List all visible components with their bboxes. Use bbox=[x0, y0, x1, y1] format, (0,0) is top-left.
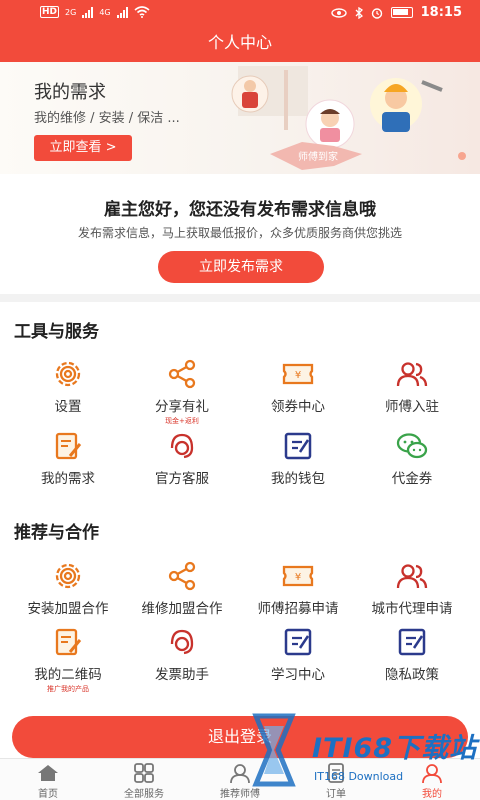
tools-section-title: 工具与服务 bbox=[14, 322, 99, 342]
empty-heading: 雇主您好，您还没有发布需求信息哦 bbox=[104, 200, 376, 220]
wallet-icon bbox=[398, 628, 426, 656]
logout-button[interactable]: 退出登录 bbox=[12, 716, 468, 758]
repair-franchise-label: 维修加盟合作 bbox=[141, 601, 223, 617]
order-icon bbox=[328, 763, 344, 783]
tab-home[interactable]: 首页 bbox=[0, 759, 96, 800]
my-wallet-label: 我的钱包 bbox=[271, 471, 325, 487]
edit-icon bbox=[55, 628, 82, 656]
settings-label: 设置 bbox=[54, 399, 82, 415]
empty-description: 发布需求信息，马上获取最低报价，众多优质服务商供您挑选 bbox=[77, 226, 402, 240]
voucher-item[interactable]: 代金券 bbox=[352, 430, 472, 487]
svg-text:¥: ¥ bbox=[295, 370, 301, 381]
banner-subtitle: 我的维修 / 安装 / 保洁 ... bbox=[34, 111, 180, 126]
my-wallet-item[interactable]: 我的钱包 bbox=[238, 430, 358, 487]
logout-label: 退出登录 bbox=[207, 727, 272, 746]
banner-title: 我的需求 bbox=[34, 82, 106, 103]
hd-label: HD bbox=[40, 6, 60, 18]
tab-recommended-masters[interactable]: 推荐师傅 bbox=[192, 759, 288, 800]
battery-icon bbox=[390, 7, 413, 18]
svg-text:¥: ¥ bbox=[295, 572, 301, 583]
my-demand-item[interactable]: 我的需求 bbox=[8, 430, 128, 487]
headset-icon bbox=[170, 433, 194, 459]
tab-home-label: 首页 bbox=[38, 789, 58, 800]
master-recruit-item[interactable]: ¥ 师傅招募申请 bbox=[238, 560, 358, 617]
coupon-center-item[interactable]: ¥ 领券中心 bbox=[238, 358, 358, 415]
signal-icon-2 bbox=[116, 6, 128, 18]
tab-mine-label: 我的 bbox=[422, 789, 442, 800]
page-title: 个人中心 bbox=[207, 33, 272, 52]
tab-recommended-masters-label: 推荐师傅 bbox=[220, 789, 260, 800]
users-icon bbox=[396, 362, 428, 387]
signal-2g-label: 2G bbox=[65, 7, 77, 17]
official-service-label: 官方客服 bbox=[155, 471, 209, 487]
wifi-icon bbox=[134, 6, 150, 18]
publish-demand-button[interactable]: 立即发布需求 bbox=[158, 251, 324, 283]
tab-orders[interactable]: 订单 bbox=[288, 759, 384, 800]
grid-icon bbox=[134, 763, 154, 783]
settings-item[interactable]: 设置 bbox=[8, 358, 128, 415]
wallet-icon bbox=[284, 432, 312, 460]
eye-icon bbox=[330, 7, 347, 18]
worker-icon bbox=[230, 764, 250, 783]
install-franchise-item[interactable]: 安装加盟合作 bbox=[8, 560, 128, 617]
privacy-policy-item[interactable]: 隐私政策 bbox=[352, 626, 472, 683]
coupon-icon: ¥ bbox=[282, 565, 314, 587]
tab-all-services-label: 全部服务 bbox=[124, 789, 164, 800]
status-bar: HD 2G 4G 18:15 bbox=[0, 0, 480, 26]
signal-4g-label: 4G bbox=[99, 7, 111, 17]
voucher-label: 代金券 bbox=[391, 471, 433, 487]
my-demand-banner[interactable]: 我的需求 我的维修 / 安装 / 保洁 ... 立即查看 > 师傅到家 bbox=[0, 62, 480, 174]
edit-icon bbox=[55, 432, 82, 460]
wallet-icon bbox=[284, 628, 312, 656]
share-gift-label: 分享有礼 bbox=[155, 399, 209, 415]
official-service-item[interactable]: 官方客服 bbox=[122, 430, 242, 487]
master-join-label: 师傅入驻 bbox=[385, 399, 439, 415]
empty-demand-section: 雇主您好，您还没有发布需求信息哦 发布需求信息，马上获取最低报价，众多优质服务商… bbox=[0, 174, 480, 294]
city-agent-label: 城市代理申请 bbox=[371, 601, 453, 617]
coupon-center-label: 领券中心 bbox=[271, 399, 325, 415]
bluetooth-icon bbox=[355, 6, 363, 19]
share-icon bbox=[168, 561, 196, 591]
bottom-tab-bar: 首页 全部服务 推荐师傅 订单 我的 bbox=[0, 758, 480, 800]
headset-icon bbox=[170, 629, 194, 655]
my-qrcode-label: 我的二维码 bbox=[34, 667, 102, 683]
clock: 18:15 bbox=[420, 5, 462, 20]
master-recruit-label: 师傅招募申请 bbox=[257, 601, 339, 617]
learning-center-item[interactable]: 学习中心 bbox=[238, 626, 358, 683]
install-franchise-label: 安装加盟合作 bbox=[27, 601, 109, 617]
workers-illustration: 师傅到家 bbox=[231, 66, 466, 170]
invoice-assistant-label: 发票助手 bbox=[155, 667, 209, 683]
signal-icon bbox=[82, 6, 94, 18]
tab-orders-label: 订单 bbox=[326, 789, 346, 800]
my-qrcode-tag: 推广我的产品 bbox=[47, 685, 89, 693]
share-gift-tag: 现金+返利 bbox=[165, 417, 199, 425]
tab-all-services[interactable]: 全部服务 bbox=[96, 759, 192, 800]
share-gift-item[interactable]: 分享有礼 现金+返利 bbox=[122, 358, 242, 426]
privacy-policy-label: 隐私政策 bbox=[385, 667, 439, 683]
title-bar: 个人中心 bbox=[0, 26, 480, 62]
coupon-icon: ¥ bbox=[282, 363, 314, 385]
partners-section-title: 推荐与合作 bbox=[14, 523, 99, 543]
my-demand-label: 我的需求 bbox=[41, 471, 95, 487]
gear-icon bbox=[55, 563, 81, 589]
wechat-icon bbox=[396, 433, 428, 459]
invoice-assistant-item[interactable]: 发票助手 bbox=[122, 626, 242, 683]
users-icon bbox=[396, 564, 428, 589]
master-join-item[interactable]: 师傅入驻 bbox=[352, 358, 472, 415]
ribbon-text: 师傅到家 bbox=[298, 150, 338, 163]
repair-franchise-item[interactable]: 维修加盟合作 bbox=[122, 560, 242, 617]
share-icon bbox=[168, 359, 196, 389]
city-agent-item[interactable]: 城市代理申请 bbox=[352, 560, 472, 617]
home-icon bbox=[38, 765, 58, 781]
gear-icon bbox=[55, 361, 81, 387]
my-qrcode-item[interactable]: 我的二维码 推广我的产品 bbox=[8, 626, 128, 694]
profile-icon bbox=[422, 764, 442, 783]
services-panel: 工具与服务 设置 分享有礼 现金+返利 ¥ 领券中心 师傅入驻 我的需求 官方客… bbox=[0, 302, 480, 760]
alarm-icon bbox=[371, 7, 382, 19]
tab-mine[interactable]: 我的 bbox=[384, 759, 480, 800]
learning-center-label: 学习中心 bbox=[271, 667, 325, 683]
view-now-button[interactable]: 立即查看 > bbox=[34, 135, 132, 161]
